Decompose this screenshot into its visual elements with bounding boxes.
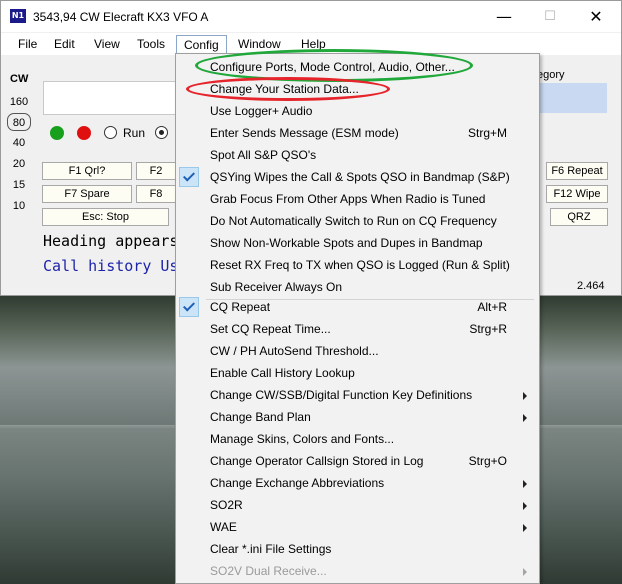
submenu-arrow-icon bbox=[523, 480, 527, 488]
shortcut-label: Strg+M bbox=[467, 126, 507, 140]
submenu-arrow-icon bbox=[523, 502, 527, 510]
menu-item-manage-skins[interactable]: Manage Skins, Colors and Fonts... bbox=[176, 428, 539, 450]
submenu-arrow-icon bbox=[523, 392, 527, 400]
category-field[interactable] bbox=[537, 83, 607, 113]
submenu-arrow-icon bbox=[523, 414, 527, 422]
menu-edit[interactable]: Edit bbox=[47, 35, 82, 55]
mode-label: CW bbox=[10, 73, 29, 85]
menu-item-change-band-plan[interactable]: Change Band Plan bbox=[176, 406, 539, 428]
band-10[interactable]: 10 bbox=[7, 197, 31, 215]
menu-item-sub-receiver[interactable]: Sub Receiver Always On bbox=[176, 276, 539, 298]
heading-status-text: Heading appears bbox=[43, 232, 179, 250]
menu-item-set-cq-repeat-time[interactable]: Set CQ Repeat Time... Strg+R bbox=[176, 318, 539, 340]
menu-view[interactable]: View bbox=[87, 35, 127, 55]
menu-item-autosend-threshold[interactable]: CW / PH AutoSend Threshold... bbox=[176, 340, 539, 362]
run-radio-label: Run bbox=[123, 126, 146, 140]
menu-item-so2r[interactable]: SO2R bbox=[176, 494, 539, 516]
menu-item-reset-rx-freq[interactable]: Reset RX Freq to TX when QSO is Logged (… bbox=[176, 254, 539, 276]
band-20[interactable]: 20 bbox=[7, 155, 31, 173]
menu-item-show-non-workable[interactable]: Show Non-Workable Spots and Dupes in Ban… bbox=[176, 232, 539, 254]
submenu-arrow-icon bbox=[523, 568, 527, 576]
config-dropdown-menu: Configure Ports, Mode Control, Audio, Ot… bbox=[175, 53, 540, 584]
menu-item-wae[interactable]: WAE bbox=[176, 516, 539, 538]
minimize-icon[interactable]: — bbox=[481, 1, 527, 32]
qrz-button[interactable]: QRZ bbox=[550, 208, 608, 226]
menu-item-use-logger-audio[interactable]: Use Logger+ Audio bbox=[176, 100, 539, 122]
menu-item-enter-sends-message[interactable]: Enter Sends Message (ESM mode) Strg+M bbox=[176, 122, 539, 144]
menu-item-grab-focus[interactable]: Grab Focus From Other Apps When Radio is… bbox=[176, 188, 539, 210]
band-160[interactable]: 160 bbox=[7, 93, 31, 111]
close-icon[interactable]: ✕ bbox=[573, 1, 619, 32]
menu-tools[interactable]: Tools bbox=[130, 35, 172, 55]
callsign-input[interactable] bbox=[43, 81, 183, 115]
menu-file[interactable]: File bbox=[11, 35, 44, 55]
menu-item-function-key-definitions[interactable]: Change CW/SSB/Digital Function Key Defin… bbox=[176, 384, 539, 406]
band-80-selected[interactable]: 80 bbox=[7, 113, 31, 131]
shortcut-label: Strg+R bbox=[469, 322, 507, 336]
category-label: egory bbox=[537, 69, 565, 81]
shortcut-label: Alt+R bbox=[477, 300, 507, 314]
menu-item-clear-ini-settings[interactable]: Clear *.ini File Settings bbox=[176, 538, 539, 560]
menu-item-qsying-wipes[interactable]: QSYing Wipes the Call & Spots QSO in Ban… bbox=[176, 166, 539, 188]
menu-item-cq-repeat[interactable]: CQ Repeat Alt+R bbox=[176, 296, 539, 318]
red-highlight-ellipse bbox=[186, 77, 390, 101]
submenu-arrow-icon bbox=[523, 524, 527, 532]
esc-stop-button[interactable]: Esc: Stop bbox=[42, 208, 169, 226]
f8-button[interactable]: F8 bbox=[136, 185, 176, 203]
maximize-icon[interactable]: ☐ bbox=[527, 1, 573, 32]
f1-button[interactable]: F1 Qrl? bbox=[42, 162, 132, 180]
menu-config[interactable]: Config bbox=[176, 35, 227, 55]
sp-radio[interactable] bbox=[155, 126, 168, 139]
app-logo-icon: N1 bbox=[10, 9, 26, 23]
menu-item-so2v-dual-receive: SO2V Dual Receive... bbox=[176, 560, 539, 582]
green-status-led-icon bbox=[50, 126, 64, 140]
call-history-status-text: Call history Us bbox=[43, 257, 179, 275]
version-label: 2.464 bbox=[577, 280, 605, 292]
title-bar[interactable]: N1 3543,94 CW Elecraft KX3 VFO A — ☐ ✕ bbox=[1, 1, 621, 32]
window-title: 3543,94 CW Elecraft KX3 VFO A bbox=[33, 10, 209, 24]
f2-button[interactable]: F2 bbox=[136, 162, 176, 180]
band-40[interactable]: 40 bbox=[7, 134, 31, 152]
f6-button[interactable]: F6 Repeat bbox=[546, 162, 608, 180]
menu-item-spot-all-sp[interactable]: Spot All S&P QSO's bbox=[176, 144, 539, 166]
band-15[interactable]: 15 bbox=[7, 176, 31, 194]
check-icon bbox=[179, 297, 199, 317]
menu-item-exchange-abbreviations[interactable]: Change Exchange Abbreviations bbox=[176, 472, 539, 494]
menu-item-change-operator-callsign[interactable]: Change Operator Callsign Stored in Log St… bbox=[176, 450, 539, 472]
f12-button[interactable]: F12 Wipe bbox=[546, 185, 608, 203]
f7-button[interactable]: F7 Spare bbox=[42, 185, 132, 203]
red-status-led-icon bbox=[77, 126, 91, 140]
green-highlight-ellipse bbox=[195, 49, 473, 82]
check-icon bbox=[179, 167, 199, 187]
shortcut-label: Strg+O bbox=[468, 454, 507, 468]
run-radio[interactable] bbox=[104, 126, 117, 139]
menu-item-enable-call-history[interactable]: Enable Call History Lookup bbox=[176, 362, 539, 384]
menu-item-no-auto-run[interactable]: Do Not Automatically Switch to Run on CQ… bbox=[176, 210, 539, 232]
